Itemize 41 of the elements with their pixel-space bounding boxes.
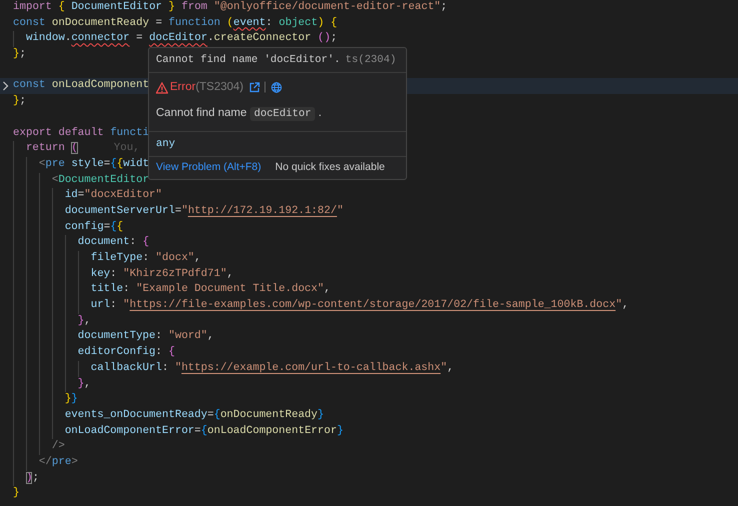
code-text: }, bbox=[13, 376, 91, 392]
external-link-icon[interactable] bbox=[248, 82, 260, 94]
code-text: const onLoadComponent bbox=[13, 78, 150, 94]
code-text: fileType: "docx", bbox=[13, 251, 201, 267]
type-text: any bbox=[156, 138, 176, 150]
code-text: events_onDocumentReady={onDocumentReady} bbox=[13, 408, 324, 424]
code-text: }; bbox=[13, 47, 26, 62]
error-code: (TS2304) bbox=[196, 80, 244, 95]
code-text: const onDocumentReady = function (event: object) { bbox=[13, 16, 338, 31]
code-text: title: "Example Document Title.docx", bbox=[13, 282, 330, 298]
code-text: document: { bbox=[13, 235, 150, 252]
code-text: } bbox=[13, 486, 20, 502]
error-source: ts(2304) bbox=[345, 54, 396, 66]
view-problem-link[interactable]: View Problem (Alt+F8) bbox=[156, 160, 262, 176]
code-text: <DocumentEditor bbox=[13, 172, 150, 188]
severity-label: Error bbox=[170, 80, 196, 95]
code-text: callbackUrl: "https://example.com/url-to-callback.ashx", bbox=[13, 360, 454, 377]
code-text: config={{ bbox=[13, 220, 124, 236]
code-text: <pre style={{widt bbox=[13, 156, 150, 173]
code-text: }; bbox=[13, 94, 26, 110]
code-text: export default functi bbox=[13, 126, 150, 140]
code-text: id="docxEditor" bbox=[13, 188, 162, 204]
code-text: import { DocumentEditor } from "@onlyoffice/document-editor-react"; bbox=[13, 0, 448, 15]
code-text: }} bbox=[13, 392, 78, 408]
separator-text: | bbox=[264, 80, 266, 95]
blame-annotation: You, bbox=[114, 142, 140, 154]
code-text: }, bbox=[13, 314, 91, 330]
code-text: key: "Khirz6zTPdfd71", bbox=[13, 266, 234, 282]
code-text: url: "https://file-examples.com/wp-content/storage/2017/02/file-sample_100kB.docx", bbox=[13, 298, 629, 314]
code-text: onLoadComponentError={onLoadComponentError} bbox=[13, 424, 344, 440]
error-message: Cannot find name docEditor . bbox=[156, 107, 322, 120]
code-text: editorConfig: { bbox=[13, 345, 175, 361]
quick-fix-note: No quick fixes available bbox=[275, 160, 385, 175]
code-text: /> bbox=[13, 439, 65, 455]
hover-title: Cannot find name 'docEditor'. bbox=[156, 54, 340, 66]
code-text: </pre> bbox=[13, 454, 78, 471]
globe-icon[interactable] bbox=[270, 82, 282, 94]
code-text: documentServerUrl="http://172.19.192.1:82/" bbox=[13, 204, 344, 220]
code-text: window.connector = docEditor.createConnector (); bbox=[13, 31, 338, 48]
fold-chevron-icon[interactable] bbox=[2, 81, 9, 92]
code-text: documentType: "word", bbox=[13, 329, 214, 346]
